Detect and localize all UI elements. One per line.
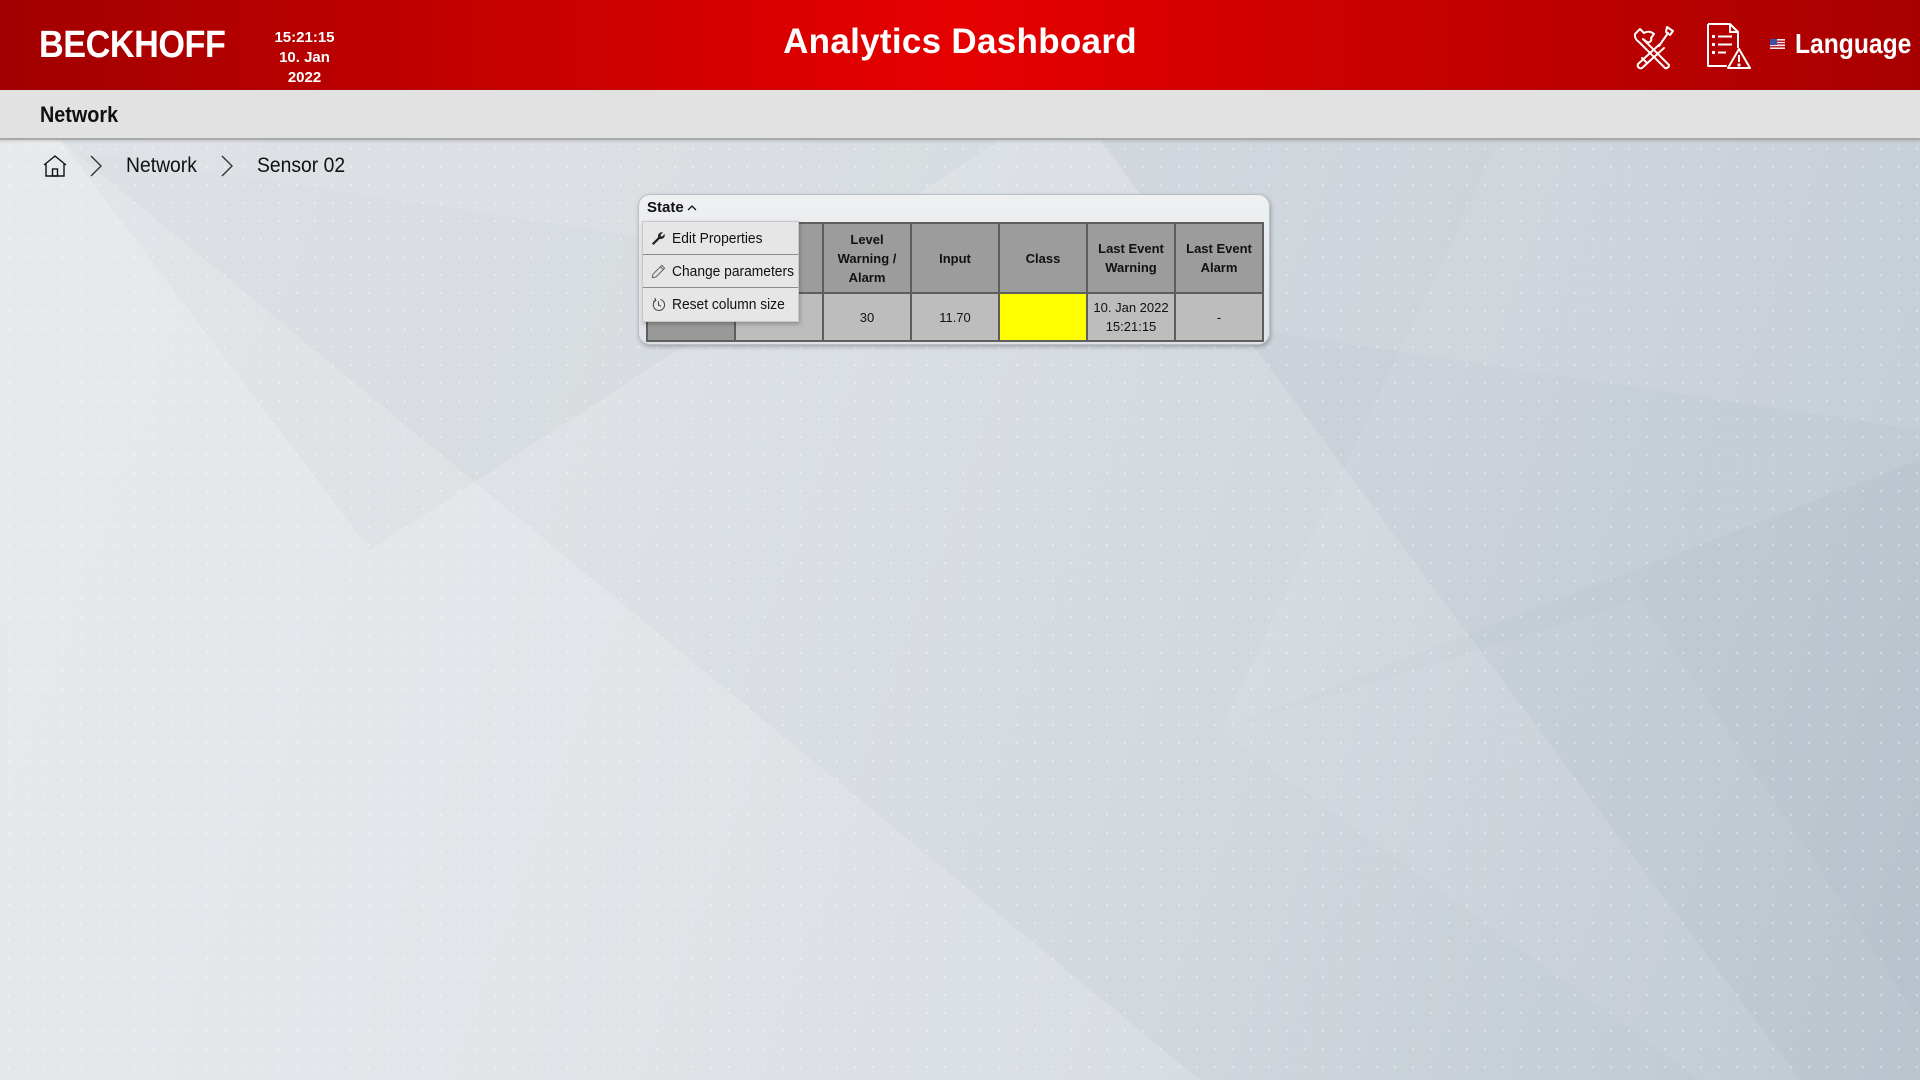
- column-header[interactable]: Last Event Warning: [1086, 222, 1176, 294]
- pencil-icon: [651, 264, 666, 278]
- chevron-right-icon: [221, 155, 234, 177]
- breadcrumb: Network Sensor 02: [42, 151, 353, 181]
- widget-title-toggle[interactable]: State: [647, 199, 697, 216]
- cell-input: 11.70: [910, 292, 1000, 342]
- language-selector[interactable]: Language: [1770, 28, 1920, 60]
- breadcrumb-item-sensor: Sensor 02: [257, 154, 346, 177]
- us-flag-icon: [1770, 39, 1785, 49]
- menu-item-label: Change parameters: [672, 262, 794, 280]
- cell-level-warning-alarm: 30: [822, 292, 912, 342]
- cell-class: [998, 292, 1088, 342]
- chevron-up-icon: [687, 204, 697, 210]
- menu-item-edit-properties[interactable]: Edit Properties: [643, 222, 798, 255]
- context-menu: Edit Properties Change parameters Reset …: [642, 221, 799, 322]
- menu-item-reset-column-size[interactable]: Reset column size: [643, 288, 798, 321]
- home-icon[interactable]: [42, 153, 68, 179]
- tools-button[interactable]: [1629, 22, 1679, 70]
- page-title: Network: [40, 102, 119, 127]
- column-header[interactable]: Level Warning / Alarm: [822, 222, 912, 294]
- alarm-log-icon: [1707, 23, 1751, 69]
- column-header[interactable]: Last Event Alarm: [1174, 222, 1264, 294]
- wrench-icon: [652, 231, 665, 245]
- alarm-log-button[interactable]: [1702, 22, 1752, 70]
- widget-title: State: [647, 199, 684, 216]
- cell-last-event-alarm: -: [1174, 292, 1264, 342]
- column-header[interactable]: Input: [910, 222, 1000, 294]
- menu-item-label: Reset column size: [672, 296, 785, 313]
- column-header[interactable]: Class: [998, 222, 1088, 294]
- page-title-bar: Network: [0, 90, 1920, 140]
- menu-item-change-parameters[interactable]: Change parameters: [643, 255, 798, 288]
- tools-icon: [1633, 26, 1674, 70]
- reset-icon: [652, 297, 666, 311]
- cell-last-event-warning: 10. Jan 2022 15:21:15: [1086, 292, 1176, 342]
- app-header: BECKHOFF 15:21:15 10. Jan 2022 Analytics…: [0, 0, 1920, 90]
- language-label: Language: [1795, 28, 1912, 59]
- menu-item-label: Edit Properties: [672, 229, 763, 247]
- breadcrumb-item-network[interactable]: Network: [126, 154, 197, 178]
- chevron-right-icon: [90, 155, 102, 177]
